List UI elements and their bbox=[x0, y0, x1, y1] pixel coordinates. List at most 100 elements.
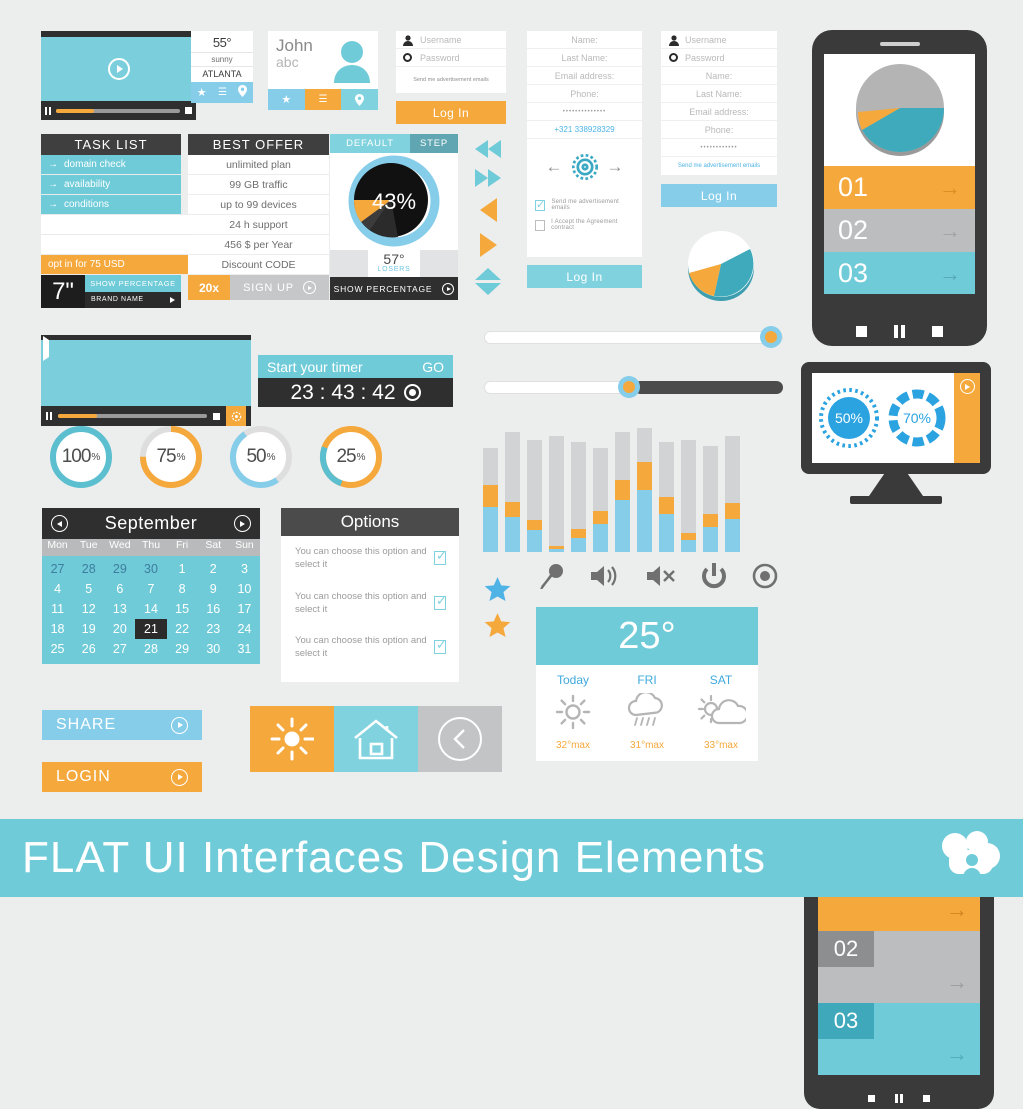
calendar-day[interactable]: 11 bbox=[42, 599, 73, 619]
icon-tiles[interactable] bbox=[250, 706, 502, 772]
advertisement-checkbox-row[interactable]: Send me advertisement emails bbox=[527, 195, 642, 215]
menu-icon[interactable]: ☰ bbox=[218, 87, 227, 98]
volume-up-icon[interactable] bbox=[590, 564, 620, 588]
stop-icon[interactable] bbox=[932, 326, 943, 337]
phone-value[interactable]: +321 338928329 bbox=[527, 121, 642, 139]
equalizer-bar[interactable] bbox=[549, 436, 564, 552]
equalizer-bar[interactable] bbox=[593, 448, 608, 552]
login-form-2-fields[interactable]: Name: Last Name: Email address: Phone: •… bbox=[527, 31, 642, 257]
calendar-day[interactable]: 6 bbox=[104, 579, 135, 599]
arrow-right-icon[interactable]: → bbox=[607, 157, 624, 177]
stop-icon[interactable] bbox=[213, 412, 220, 420]
triangle-right-icon[interactable] bbox=[479, 233, 497, 257]
star-orange-icon[interactable] bbox=[483, 612, 512, 640]
monitor-side-panel[interactable] bbox=[954, 373, 980, 463]
tile-back[interactable] bbox=[418, 706, 502, 772]
brand-name-bar[interactable]: BRAND NAME bbox=[85, 291, 181, 308]
calendar-day[interactable]: 31 bbox=[229, 639, 260, 659]
phone-row-03[interactable]: 03 → bbox=[824, 252, 975, 294]
pause-icon[interactable] bbox=[894, 325, 905, 338]
checkbox-checked-icon[interactable] bbox=[433, 637, 447, 655]
star-icon[interactable]: ★ bbox=[197, 86, 207, 99]
calendar-day[interactable]: 1 bbox=[167, 559, 198, 579]
checkbox-checked-icon[interactable] bbox=[535, 198, 546, 211]
equalizer-bar[interactable] bbox=[505, 432, 520, 552]
settings-gear-icon[interactable] bbox=[226, 406, 246, 426]
player-progress-track[interactable] bbox=[56, 108, 180, 113]
masked-field[interactable]: •••••••••••• bbox=[661, 139, 777, 157]
task-list-item[interactable]: → domain check bbox=[41, 155, 181, 175]
play-circle-icon[interactable] bbox=[959, 379, 975, 394]
equalizer-bar[interactable] bbox=[637, 428, 652, 552]
calendar-day[interactable]: 20 bbox=[104, 619, 135, 639]
stop-icon[interactable] bbox=[868, 1095, 875, 1102]
share-button[interactable]: SHARE bbox=[42, 710, 202, 740]
calendar-day[interactable]: 10 bbox=[229, 579, 260, 599]
calendar-day[interactable]: 30 bbox=[135, 559, 166, 579]
checkbox-checked-icon[interactable] bbox=[433, 593, 447, 610]
calendar-day[interactable]: 27 bbox=[42, 559, 73, 579]
options-row[interactable]: You can choose this option and select it bbox=[281, 581, 459, 626]
calendar-day[interactable]: 28 bbox=[73, 559, 104, 579]
lastname-field[interactable]: Last Name: bbox=[527, 49, 642, 67]
best-offer-footer[interactable]: 20x SIGN UP bbox=[188, 275, 329, 300]
password-field[interactable]: Password bbox=[396, 49, 506, 67]
show-percentage-label[interactable]: SHOW PERCENTAGE bbox=[85, 275, 181, 292]
record-icon[interactable] bbox=[752, 563, 778, 589]
video-player-2[interactable] bbox=[41, 335, 251, 426]
calendar-day[interactable]: 15 bbox=[167, 599, 198, 619]
tablet-row-02[interactable]: 02 → bbox=[818, 931, 980, 1003]
slider-top[interactable] bbox=[484, 326, 783, 348]
calendar-day[interactable]: 29 bbox=[104, 559, 135, 579]
phone-buttons[interactable] bbox=[812, 325, 987, 338]
login-button-1[interactable]: Log In bbox=[396, 101, 506, 124]
player-controls[interactable] bbox=[41, 101, 196, 120]
video-player[interactable] bbox=[41, 31, 196, 120]
volume-mute-icon[interactable] bbox=[646, 564, 676, 588]
checkbox-unchecked-icon[interactable] bbox=[535, 219, 546, 231]
calendar-day[interactable]: 5 bbox=[73, 579, 104, 599]
email-field[interactable]: Email address: bbox=[661, 103, 777, 121]
expand-vertical-icon[interactable] bbox=[475, 268, 501, 295]
calendar-day[interactable]: 14 bbox=[135, 599, 166, 619]
slider-top-track[interactable] bbox=[484, 331, 783, 344]
star-blue-icon[interactable] bbox=[483, 576, 512, 604]
username-field[interactable]: Username bbox=[396, 31, 506, 49]
calendar-day[interactable]: 17 bbox=[229, 599, 260, 619]
tab-default[interactable]: DEFAULT bbox=[330, 134, 410, 153]
star-icon[interactable]: ★ bbox=[268, 89, 305, 110]
calendar-day[interactable]: 4 bbox=[42, 579, 73, 599]
email-field[interactable]: Email address: bbox=[527, 67, 642, 85]
calendar-day[interactable]: 9 bbox=[198, 579, 229, 599]
equalizer-bar[interactable] bbox=[681, 440, 696, 552]
task-list-item[interactable]: → availability bbox=[41, 175, 181, 195]
equalizer-bar[interactable] bbox=[703, 446, 718, 552]
pause-icon[interactable] bbox=[46, 412, 52, 420]
slider-top-knob[interactable] bbox=[760, 326, 782, 348]
login-form-1-fields[interactable]: Username Password Send me advertisement … bbox=[396, 31, 506, 93]
tab-step[interactable]: STEP bbox=[410, 134, 458, 153]
record-icon[interactable] bbox=[403, 384, 421, 401]
pause-icon[interactable] bbox=[895, 1094, 903, 1103]
fast-forward-icon[interactable] bbox=[475, 169, 501, 187]
tablet-buttons[interactable] bbox=[804, 1094, 994, 1103]
login-form-3-fields[interactable]: Username Password Name: Last Name: Email… bbox=[661, 31, 777, 175]
calendar-day[interactable]: 27 bbox=[104, 639, 135, 659]
player2-screen[interactable] bbox=[41, 336, 251, 406]
calendar-day[interactable]: 7 bbox=[135, 579, 166, 599]
phone-row-01[interactable]: 01 → bbox=[824, 166, 975, 209]
calendar-day[interactable]: 13 bbox=[104, 599, 135, 619]
task-list-item[interactable]: → conditions bbox=[41, 195, 181, 215]
sign-up-button[interactable]: SIGN UP bbox=[230, 275, 329, 300]
slider-bottom-knob[interactable] bbox=[618, 376, 640, 398]
equalizer-bar[interactable] bbox=[483, 448, 498, 552]
player2-progress-track[interactable] bbox=[58, 414, 207, 418]
calendar-day[interactable]: 29 bbox=[167, 639, 198, 659]
calendar-day[interactable]: 19 bbox=[73, 619, 104, 639]
weather-small-iconbar[interactable]: ★ ☰ bbox=[191, 82, 253, 103]
microphone-icon[interactable] bbox=[540, 563, 564, 589]
timer-go-button[interactable]: GO bbox=[422, 359, 444, 375]
menu-icon[interactable]: ☰ bbox=[304, 89, 342, 110]
play-circle-icon[interactable] bbox=[442, 282, 455, 295]
masked-field[interactable]: •••••••••••••• bbox=[527, 103, 642, 121]
